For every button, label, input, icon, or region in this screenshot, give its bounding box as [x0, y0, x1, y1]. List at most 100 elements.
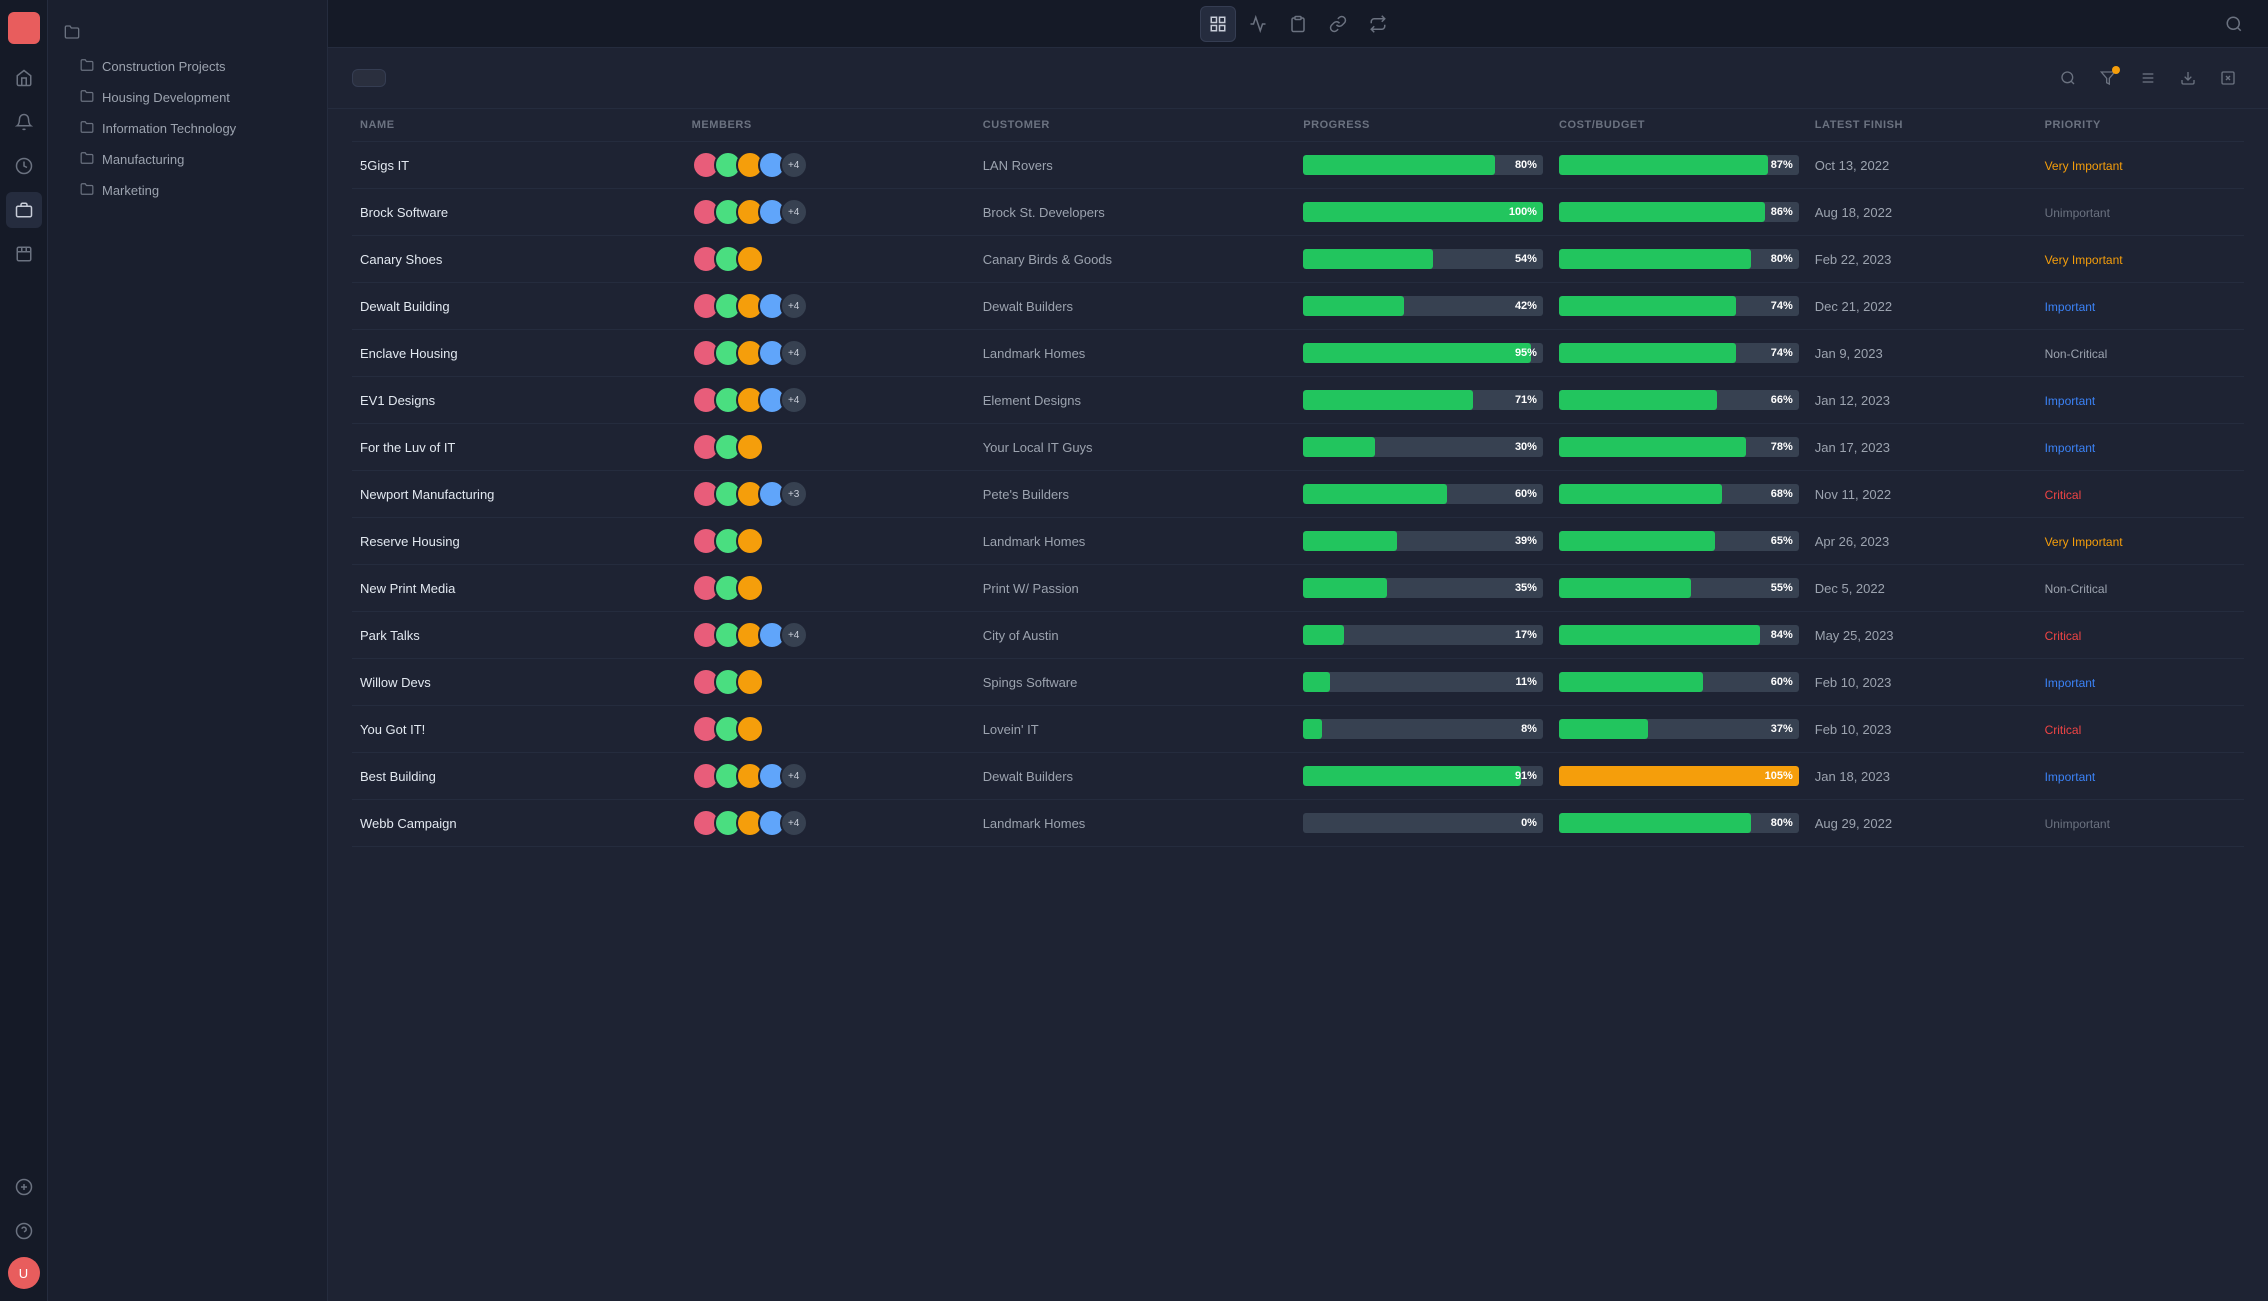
nav-home[interactable]	[6, 60, 42, 96]
progress-label: 30%	[1515, 441, 1537, 453]
project-progress: 54%	[1295, 236, 1551, 283]
avatar	[736, 668, 764, 696]
priority-badge: Very Important	[2045, 253, 2123, 267]
nav-add[interactable]	[6, 1169, 42, 1205]
header-search-icon[interactable]	[2052, 62, 2084, 94]
progress-bar: 66%	[1559, 390, 1799, 410]
avatar-count: +4	[780, 198, 808, 226]
table-row[interactable]: Newport Manufacturing+3Pete's Builders 6…	[352, 471, 2244, 518]
project-customer: Lovein' IT	[975, 706, 1295, 753]
table-row[interactable]: 5Gigs IT+4LAN Rovers 80% 87% Oct 13, 202…	[352, 142, 2244, 189]
toolbar-grid-icon[interactable]	[1200, 6, 1236, 42]
user-avatar[interactable]: U	[8, 1257, 40, 1289]
progress-label: 80%	[1515, 159, 1537, 171]
toolbar-search-icon[interactable]	[2216, 6, 2252, 42]
project-finish: Jan 12, 2023	[1807, 377, 2037, 424]
table-row[interactable]: For the Luv of ITYour Local IT Guys 30% …	[352, 424, 2244, 471]
sidebar-item[interactable]: Construction Projects	[48, 51, 327, 82]
table-row[interactable]: Best Building+4Dewalt Builders 91% 105% …	[352, 753, 2244, 800]
toolbar-clipboard-icon[interactable]	[1280, 6, 1316, 42]
project-cost: 66%	[1551, 377, 1807, 424]
nav-briefcase[interactable]	[6, 236, 42, 272]
avatar	[736, 574, 764, 602]
sidebar-all-projects[interactable]	[48, 16, 327, 51]
app-logo[interactable]	[8, 12, 40, 44]
sidebar: Construction Projects Housing Developmen…	[48, 0, 328, 1301]
project-name: Willow Devs	[352, 659, 684, 706]
progress-label: 100%	[1509, 206, 1537, 218]
project-priority: Unimportant	[2037, 800, 2244, 847]
nav-notifications[interactable]	[6, 104, 42, 140]
table-row[interactable]: Brock Software+4Brock St. Developers 100…	[352, 189, 2244, 236]
project-finish: Feb 10, 2023	[1807, 659, 2037, 706]
table-row[interactable]: You Got IT!Lovein' IT 8% 37% Feb 10, 202…	[352, 706, 2244, 753]
new-project-button[interactable]	[352, 69, 386, 87]
project-members: +4	[684, 612, 975, 659]
sidebar-item[interactable]: Manufacturing	[48, 144, 327, 175]
project-cost: 86%	[1551, 189, 1807, 236]
progress-bar: 54%	[1303, 249, 1543, 269]
nav-projects[interactable]	[6, 192, 42, 228]
progress-label: 71%	[1515, 394, 1537, 406]
avatar-count: +4	[780, 762, 808, 790]
table-row[interactable]: Webb Campaign+4Landmark Homes 0% 80% Aug…	[352, 800, 2244, 847]
progress-bar: 100%	[1303, 202, 1543, 222]
folder-small-icon	[80, 182, 94, 199]
project-cost: 87%	[1551, 142, 1807, 189]
header-import-icon[interactable]	[2212, 62, 2244, 94]
sidebar-item[interactable]: Information Technology	[48, 113, 327, 144]
avatar-count: +3	[780, 480, 808, 508]
table-row[interactable]: Willow DevsSpings Software 11% 60% Feb 1…	[352, 659, 2244, 706]
table-row[interactable]: Reserve HousingLandmark Homes 39% 65% Ap…	[352, 518, 2244, 565]
header-export-icon[interactable]	[2172, 62, 2204, 94]
project-customer: City of Austin	[975, 612, 1295, 659]
progress-bar: 17%	[1303, 625, 1543, 645]
header-filter-icon[interactable]	[2092, 62, 2124, 94]
project-members: +4	[684, 189, 975, 236]
priority-badge: Unimportant	[2045, 817, 2110, 831]
progress-bar: 80%	[1559, 813, 1799, 833]
table-row[interactable]: Park Talks+4City of Austin 17% 84% May 2…	[352, 612, 2244, 659]
member-avatars	[692, 527, 967, 555]
project-progress: 11%	[1295, 659, 1551, 706]
sidebar-item[interactable]: Marketing	[48, 175, 327, 206]
priority-badge: Very Important	[2045, 535, 2123, 549]
table-row[interactable]: New Print MediaPrint W/ Passion 35% 55% …	[352, 565, 2244, 612]
member-avatars	[692, 245, 967, 273]
member-avatars	[692, 668, 967, 696]
table-row[interactable]: Canary Shoes Canary Birds & Goods 54% 80%…	[352, 236, 2244, 283]
toolbar-flow-icon[interactable]	[1360, 6, 1396, 42]
nav-time[interactable]	[6, 148, 42, 184]
table-row[interactable]: Dewalt Building+4Dewalt Builders 42% 74%…	[352, 283, 2244, 330]
progress-bar: 78%	[1559, 437, 1799, 457]
table-row[interactable]: EV1 Designs+4Element Designs 71% 66% Jan…	[352, 377, 2244, 424]
project-customer: Landmark Homes	[975, 800, 1295, 847]
progress-label: 11%	[1516, 676, 1537, 688]
project-progress: 71%	[1295, 377, 1551, 424]
toolbar-link-icon[interactable]	[1320, 6, 1356, 42]
table-row[interactable]: Enclave Housing+4Landmark Homes 95% 74% …	[352, 330, 2244, 377]
member-avatars: +4	[692, 151, 967, 179]
project-cost: 80%	[1551, 236, 1807, 283]
progress-bar: 30%	[1303, 437, 1543, 457]
toolbar-chart-icon[interactable]	[1240, 6, 1276, 42]
project-customer: Canary Birds & Goods	[975, 236, 1295, 283]
progress-bar: 80%	[1303, 155, 1543, 175]
progress-label: 54%	[1515, 253, 1537, 265]
progress-bar: 80%	[1559, 249, 1799, 269]
project-progress: 17%	[1295, 612, 1551, 659]
avatar	[736, 433, 764, 461]
nav-help[interactable]	[6, 1213, 42, 1249]
sidebar-item-label: Manufacturing	[102, 152, 184, 167]
progress-bar: 71%	[1303, 390, 1543, 410]
project-customer: Element Designs	[975, 377, 1295, 424]
project-priority: Very Important	[2037, 142, 2244, 189]
progress-bar: 11%	[1303, 672, 1543, 692]
header-settings-icon[interactable]	[2132, 62, 2164, 94]
project-name: New Print Media	[352, 565, 684, 612]
sidebar-item[interactable]: Housing Development	[48, 82, 327, 113]
member-avatars: +4	[692, 386, 967, 414]
project-name: Newport Manufacturing	[352, 471, 684, 518]
project-name: Canary Shoes	[352, 236, 684, 283]
project-priority: Important	[2037, 753, 2244, 800]
